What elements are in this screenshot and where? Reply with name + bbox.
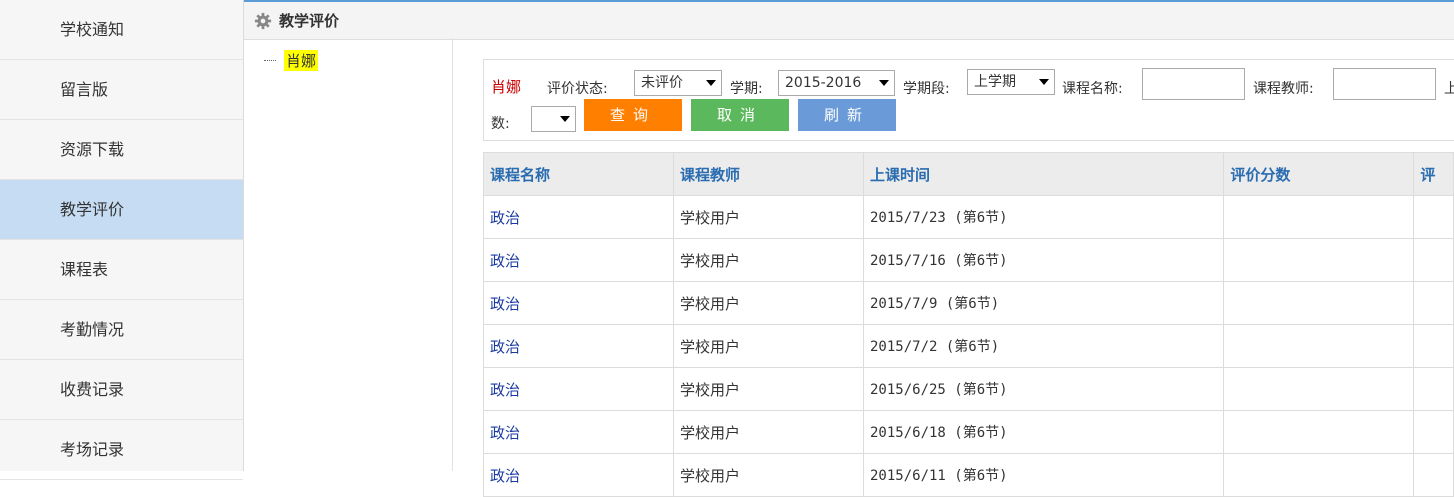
truncated-cell xyxy=(1413,281,1454,325)
gear-icon xyxy=(254,12,272,29)
chevron-down-icon xyxy=(706,80,716,86)
term-label: 学期: xyxy=(730,81,763,97)
course-teacher-cell: 学校用户 xyxy=(673,453,864,497)
class-time-cell: 2015/7/23 (第6节) xyxy=(862,195,1225,239)
table-row[interactable]: 政治 学校用户 2015/7/23 (第6节) xyxy=(483,195,1454,239)
tree-connector xyxy=(264,60,276,61)
refresh-button[interactable]: 刷新 xyxy=(798,99,896,131)
evaluation-score-cell xyxy=(1223,324,1415,368)
status-label: 评价状态: xyxy=(547,81,608,97)
course-name-cell[interactable]: 政治 xyxy=(483,238,674,282)
course-teacher-cell: 学校用户 xyxy=(673,410,864,454)
class-time-cell: 2015/7/2 (第6节) xyxy=(862,324,1225,368)
truncated-cell xyxy=(1413,195,1454,239)
chevron-down-icon xyxy=(1039,79,1049,85)
score-select[interactable] xyxy=(531,106,576,132)
semester-select-value: 上学期 xyxy=(974,74,1016,90)
course-name-cell[interactable]: 政治 xyxy=(483,195,674,239)
course-name-cell[interactable]: 政治 xyxy=(483,324,674,368)
sidebar: 学校通知 留言版 资源下载 教学评价 课程表 考勤情况 收费记录 考场记录 xyxy=(0,0,244,480)
status-select-value: 未评价 xyxy=(641,75,683,91)
truncated-cell xyxy=(1413,238,1454,282)
sidebar-item-school-notice[interactable]: 学校通知 xyxy=(0,0,243,60)
sidebar-item-message-board[interactable]: 留言版 xyxy=(0,60,243,120)
table-row[interactable]: 政治 学校用户 2015/7/2 (第6节) xyxy=(483,324,1454,368)
evaluation-score-cell xyxy=(1223,281,1415,325)
semester-label: 学期段: xyxy=(903,81,950,97)
truncated-cell xyxy=(1413,453,1454,497)
term-select-value: 2015-2016 xyxy=(785,75,862,91)
course-name-label: 课程名称: xyxy=(1062,81,1123,97)
term-select[interactable]: 2015-2016 xyxy=(778,70,895,96)
class-time-cell: 2015/6/25 (第6节) xyxy=(862,367,1225,411)
status-select[interactable]: 未评价 xyxy=(634,70,722,96)
table-row[interactable]: 政治 学校用户 2015/7/16 (第6节) xyxy=(483,238,1454,282)
course-teacher-input[interactable] xyxy=(1333,68,1436,100)
evaluation-table: 课程名称 课程教师 上课时间 评价分数 评 政治 学校用户 2015/7/23 … xyxy=(483,152,1454,497)
course-teacher-cell: 学校用户 xyxy=(673,367,864,411)
tree-node-student[interactable]: 肖娜 xyxy=(284,50,319,71)
column-header-truncated[interactable]: 评 xyxy=(1413,152,1454,196)
class-time-cell: 2015/7/16 (第6节) xyxy=(862,238,1225,282)
class-time-cell: 2015/6/18 (第6节) xyxy=(862,410,1225,454)
table-header-row: 课程名称 课程教师 上课时间 评价分数 评 xyxy=(483,152,1454,196)
table-row[interactable]: 政治 学校用户 2015/6/25 (第6节) xyxy=(483,367,1454,411)
course-name-input[interactable] xyxy=(1142,68,1245,100)
student-tree: 肖娜 xyxy=(244,38,453,471)
page-header: 教学评价 xyxy=(244,0,1454,40)
evaluation-score-cell xyxy=(1223,367,1415,411)
course-teacher-cell: 学校用户 xyxy=(673,195,864,239)
cancel-button[interactable]: 取消 xyxy=(691,99,789,131)
class-time-cell: 2015/6/11 (第6节) xyxy=(862,453,1225,497)
evaluation-score-cell xyxy=(1223,238,1415,282)
table-row[interactable]: 政治 学校用户 2015/7/9 (第6节) xyxy=(483,281,1454,325)
column-header-course-name[interactable]: 课程名称 xyxy=(483,152,674,196)
truncated-cell xyxy=(1413,367,1454,411)
course-name-cell[interactable]: 政治 xyxy=(483,453,674,497)
course-name-cell[interactable]: 政治 xyxy=(483,367,674,411)
sidebar-item-timetable[interactable]: 课程表 xyxy=(0,240,243,300)
evaluation-score-cell xyxy=(1223,195,1415,239)
evaluation-score-cell xyxy=(1223,410,1415,454)
class-time-cell: 2015/7/9 (第6节) xyxy=(862,281,1225,325)
chevron-down-icon xyxy=(560,116,570,122)
truncated-cell xyxy=(1413,324,1454,368)
course-name-cell[interactable]: 政治 xyxy=(483,410,674,454)
column-header-class-time[interactable]: 上课时间 xyxy=(862,152,1225,196)
truncated-cell xyxy=(1413,410,1454,454)
semester-select[interactable]: 上学期 xyxy=(967,69,1055,95)
course-teacher-cell: 学校用户 xyxy=(673,324,864,368)
course-teacher-label: 课程教师: xyxy=(1253,81,1314,97)
sidebar-item-teaching-evaluation[interactable]: 教学评价 xyxy=(0,180,243,240)
table-row[interactable]: 政治 学校用户 2015/6/11 (第6节) xyxy=(483,453,1454,497)
course-teacher-cell: 学校用户 xyxy=(673,281,864,325)
course-name-cell[interactable]: 政治 xyxy=(483,281,674,325)
sidebar-item-exam-room-records[interactable]: 考场记录 xyxy=(0,420,243,480)
sidebar-item-attendance[interactable]: 考勤情况 xyxy=(0,300,243,360)
student-name-label: 肖娜 xyxy=(491,78,522,96)
evaluation-score-cell xyxy=(1223,453,1415,497)
truncated-label: 上 xyxy=(1444,81,1454,97)
column-header-evaluation-score[interactable]: 评价分数 xyxy=(1223,152,1415,196)
sidebar-item-fee-records[interactable]: 收费记录 xyxy=(0,360,243,420)
page-title: 教学评价 xyxy=(279,12,340,30)
sidebar-item-resource-download[interactable]: 资源下载 xyxy=(0,120,243,180)
score-label: 数: xyxy=(491,116,510,132)
course-teacher-cell: 学校用户 xyxy=(673,238,864,282)
filter-bar: 肖娜 评价状态: 未评价 学期: 2015-2016 学期段: 上学期 课程名称… xyxy=(483,59,1454,141)
query-button[interactable]: 查询 xyxy=(584,99,682,131)
chevron-down-icon xyxy=(879,80,889,86)
table-row[interactable]: 政治 学校用户 2015/6/18 (第6节) xyxy=(483,410,1454,454)
column-header-course-teacher[interactable]: 课程教师 xyxy=(673,152,864,196)
